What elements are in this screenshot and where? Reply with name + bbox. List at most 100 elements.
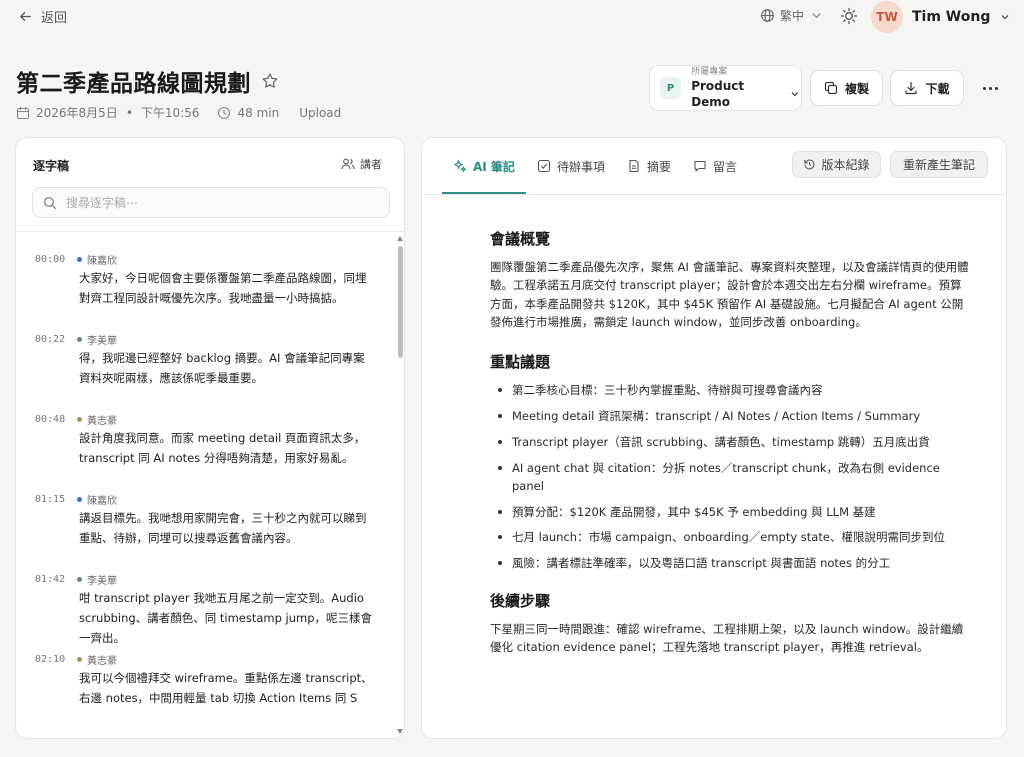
project-selector[interactable]: P 所屬專案 Product Demo [649,65,802,111]
back-label: 返回 [41,11,68,26]
page-title: 第二季產品路線圖規劃 [16,71,251,97]
tab-ai-notes[interactable]: AI 筆記 [442,138,526,194]
top-bar: 返回 繁中 TW Tim Wong [0,0,1024,34]
speaker-name: 陳嘉欣 [87,496,117,507]
sun-icon[interactable] [840,7,858,25]
timestamp[interactable]: 00:48 [35,414,65,425]
transcript-text: 我可以今個禮拜交 wireframe。重點係左邊 transcript、右邊 n… [79,671,373,705]
users-icon [341,158,355,170]
tab-comments[interactable]: 留言 [682,138,748,194]
speaker-name: 李美華 [87,336,117,347]
language-label: 繁中 [780,9,805,23]
speaker: 李美華 [77,332,117,347]
speaker: 陳嘉欣 [77,492,117,507]
speaker-name: 黃志豪 [87,416,117,427]
speaker: 陳嘉欣 [77,252,117,267]
scroll-up-arrow[interactable] [397,236,403,241]
user-menu[interactable]: TW Tim Wong [871,1,1011,33]
avatar: TW [871,1,903,33]
meeting-meta: 2026年8月5日 • 下午10:56 48 min Upload [16,104,341,121]
notes-tabs: AI 筆記 待辦事項 摘要 留言 [442,138,748,194]
speaker: 黃志豪 [77,652,117,667]
title-row: 第二季產品路線圖規劃 [16,64,279,98]
search-input[interactable] [66,195,366,210]
copy-button[interactable]: 複製 [810,70,883,106]
list-item: 第二季核心目標：三十秒內掌握重點、待辦與可搜尋會議內容 [490,381,970,399]
list-item: Meeting detail 資訊架構：transcript / AI Note… [490,407,970,425]
star-icon[interactable] [261,72,279,90]
tab-summary[interactable]: 摘要 [616,138,682,194]
list-item: 預算分配：$120K 產品開發，其中 $45K 予 embedding 與 LL… [490,503,970,521]
transcript-list: 00:00 陳嘉欣 大家好，今日呢個會主要係覆盤第二季產品路線圖，同埋對齊工程同設計… [16,232,394,738]
tab-label: 摘要 [646,159,671,174]
speakers-button[interactable]: 講者 [341,156,382,172]
meeting-date: 2026年8月5日 [36,106,118,120]
transcript-text: 咁 transcript player 我哋五月尾之前一定交到。Audio sc… [79,591,373,645]
download-label: 下載 [925,81,950,96]
speaker-name: 陳嘉欣 [87,256,117,267]
transcript-heading: 逐字稿 [33,159,70,173]
speaker-dot [77,657,82,662]
comment-icon [694,160,706,172]
speakers-label: 講者 [360,158,382,171]
timestamp[interactable]: 00:00 [35,254,65,265]
transcript-search[interactable] [32,187,390,218]
regenerate-label: 重新產生筆記 [902,158,975,172]
transcript-text: 大家好，今日呢個會主要係覆盤第二季產品路線圖，同埋對齊工程同設計嘅優先次序。我哋… [79,271,367,305]
speaker: 李美華 [77,572,117,587]
calendar-icon [16,106,30,119]
chevron-down-icon [791,92,799,97]
document-icon [629,159,639,173]
timestamp[interactable]: 02:10 [35,654,65,665]
clock-icon [218,106,231,119]
speaker-dot [77,337,82,342]
notes-panel: AI 筆記 待辦事項 摘要 留言 版本紀錄 重新產生筆記 會議概覽 團隊覆盤第二… [421,137,1007,739]
copy-icon [824,81,838,95]
timestamp[interactable]: 00:22 [35,334,65,345]
transcript-scrollbar[interactable] [397,236,404,734]
project-name: Product Demo [691,79,745,109]
checkbox-icon [537,159,550,173]
download-icon [905,81,918,95]
language-selector[interactable]: 繁中 [760,7,824,24]
more-options-icon[interactable] [976,79,1004,97]
scroll-thumb[interactable] [398,246,403,358]
download-button[interactable]: 下載 [890,70,964,106]
tab-action-items[interactable]: 待辦事項 [526,138,616,194]
sparkle-icon [453,159,467,173]
arrow-left-icon [20,12,31,21]
search-icon [44,196,57,209]
meeting-duration: 48 min [237,105,280,120]
speaker: 黃志豪 [77,412,117,427]
transcript-text: 講返目標先。我哋想用家開完會，三十秒之內就可以睇到重點、待辦，同埋可以搜尋返舊會… [79,511,367,545]
overview-text: 團隊覆盤第二季產品優先次序，聚焦 AI 會議筆記、專案資料夾整理，以及會議詳情頁… [490,260,969,329]
meeting-time: 下午10:56 [140,106,200,120]
meeting-source: Upload [299,105,342,120]
ai-notes-content: 會議概覽 團隊覆盤第二季產品優先次序，聚焦 AI 會議筆記、專案資料夾整理，以及… [490,228,970,656]
transcript-text: 得，我呢邊已經整好 backlog 摘要。AI 會議筆記同專案資料夾呢兩樣，應該… [79,351,365,385]
timestamp[interactable]: 01:15 [35,494,65,505]
speaker-name: 黃志豪 [87,656,117,667]
transcript-panel: 逐字稿 講者 00:00陳嘉欣大家好，今日呢個會主要係覆盤第二季產品路線圖，同埋… [15,137,405,739]
scroll-down-arrow[interactable] [397,729,403,734]
speaker-dot [77,577,82,582]
timestamp[interactable]: 01:42 [35,574,65,585]
back-button[interactable]: 返回 [18,7,67,26]
list-item: 風險：講者標註準確率，以及粵語口語 transcript 與書面語 notes … [490,554,970,572]
list-item: AI agent chat 與 citation：分拆 notes／transc… [490,459,970,496]
tab-label: AI 筆記 [473,159,515,174]
transcript-text: 設計角度我同意。而家 meeting detail 頁面資訊太多，transcr… [79,431,366,465]
issues-list: 第二季核心目標：三十秒內掌握重點、待辦與可搜尋會議內容 Meeting detai… [490,381,970,572]
issues-heading: 重點議題 [490,353,551,372]
list-item: 七月 launch：市場 campaign、onboarding／empty s… [490,528,970,546]
chevron-down-icon [1001,15,1009,20]
tab-label: 待辦事項 [556,159,605,174]
regenerate-notes-button[interactable]: 重新產生筆記 [890,151,988,178]
tab-label: 留言 [712,159,737,174]
globe-icon [761,9,774,22]
speaker-dot [77,497,82,502]
next-steps-heading: 後續步驟 [490,591,551,610]
version-history-label: 版本紀錄 [821,158,870,172]
version-history-button[interactable]: 版本紀錄 [792,151,881,178]
overview-heading: 會議概覽 [490,230,551,248]
